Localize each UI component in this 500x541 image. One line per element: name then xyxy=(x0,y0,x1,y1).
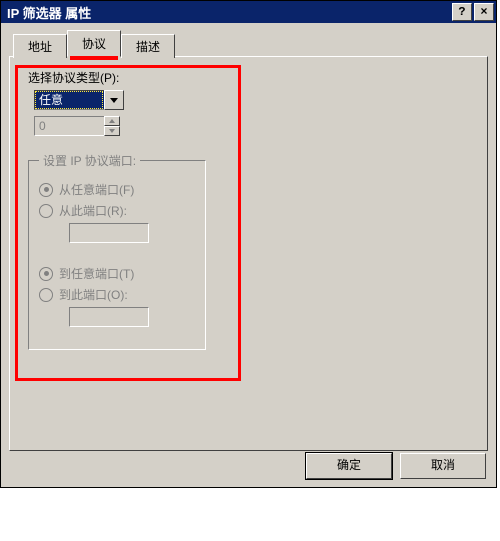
spinner-down-icon xyxy=(104,126,120,136)
tab-label: 地址 xyxy=(28,40,52,54)
from-port-input xyxy=(69,223,149,243)
tab-description[interactable]: 描述 xyxy=(121,34,175,58)
to-port-input xyxy=(69,307,149,327)
dialog-window: IP 筛选器 属性 ? × 地址 协议 描述 选择协议类型(P): 任意 xyxy=(0,0,497,488)
radio-label: 到任意端口(T) xyxy=(59,265,134,282)
radio-icon xyxy=(39,267,53,281)
ok-button[interactable]: 确定 xyxy=(306,453,392,479)
radio-label: 从此端口(R): xyxy=(59,202,127,219)
chevron-down-icon[interactable] xyxy=(104,90,124,110)
tab-protocol[interactable]: 协议 xyxy=(67,30,121,57)
highlight-underline xyxy=(70,56,118,60)
from-any-port-radio: 从任意端口(F) xyxy=(39,181,195,198)
help-button[interactable]: ? xyxy=(452,3,472,21)
tab-label: 协议 xyxy=(82,37,106,51)
titlebar: IP 筛选器 属性 ? × xyxy=(1,1,496,23)
protocol-tabpanel: 选择协议类型(P): 任意 0 设置 IP 协议端口: 从任意端口(F) xyxy=(9,56,488,451)
port-settings-group: 设置 IP 协议端口: 从任意端口(F) 从此端口(R): 到任意端口(T) xyxy=(28,152,206,350)
tab-address[interactable]: 地址 xyxy=(13,34,67,58)
window-title: IP 筛选器 属性 xyxy=(7,3,91,22)
radio-icon xyxy=(39,288,53,302)
tab-label: 描述 xyxy=(136,40,160,54)
protocol-number-value: 0 xyxy=(34,116,104,136)
client-area: 地址 协议 描述 选择协议类型(P): 任意 0 xyxy=(1,23,496,447)
radio-label: 从任意端口(F) xyxy=(59,181,134,198)
radio-icon xyxy=(39,204,53,218)
window-controls: ? × xyxy=(452,3,494,21)
button-bar: 确定 取消 xyxy=(306,453,486,479)
radio-icon xyxy=(39,183,53,197)
port-group-legend: 设置 IP 协议端口: xyxy=(39,152,140,169)
close-button[interactable]: × xyxy=(474,3,494,21)
tab-strip: 地址 协议 描述 xyxy=(13,29,488,56)
from-this-port-radio: 从此端口(R): xyxy=(39,202,195,219)
spinner-up-icon xyxy=(104,116,120,126)
protocol-number-spinner: 0 xyxy=(34,116,120,136)
protocol-type-value: 任意 xyxy=(34,90,104,110)
protocol-type-label: 选择协议类型(P): xyxy=(28,69,477,86)
protocol-type-combo[interactable]: 任意 xyxy=(34,90,124,110)
to-this-port-radio: 到此端口(O): xyxy=(39,286,195,303)
to-any-port-radio: 到任意端口(T) xyxy=(39,265,195,282)
radio-label: 到此端口(O): xyxy=(59,286,128,303)
cancel-button[interactable]: 取消 xyxy=(400,453,486,479)
